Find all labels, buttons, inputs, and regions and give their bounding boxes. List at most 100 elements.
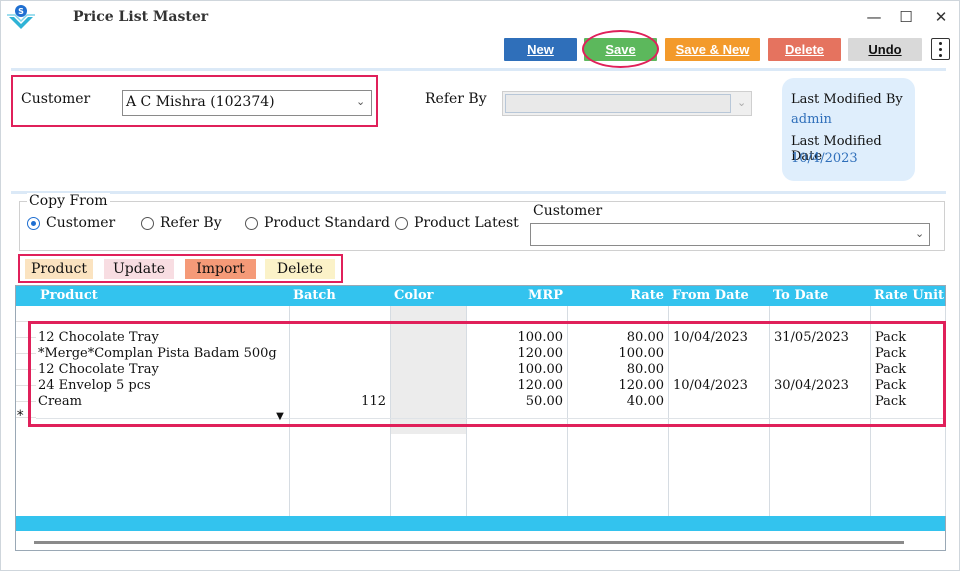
radio-product-standard[interactable] — [245, 217, 258, 230]
grid-corner-header — [16, 286, 36, 306]
product-button[interactable]: Product — [25, 259, 93, 279]
radio-customer[interactable] — [27, 217, 40, 230]
horizontal-scrollbar[interactable] — [34, 541, 904, 544]
chevron-down-icon: ⌄ — [737, 96, 747, 109]
cell-mrp[interactable]: 50.00 — [468, 394, 563, 410]
grid-divider — [289, 306, 290, 516]
cell-product[interactable]: *Merge*Complan Pista Badam 500g — [38, 346, 277, 362]
cell-rate-unit[interactable]: Pack — [875, 394, 906, 410]
grid-divider — [945, 306, 946, 516]
window-title: Price List Master — [73, 9, 209, 25]
last-modified-by-label: Last Modified By — [791, 92, 903, 107]
cell-mrp[interactable]: 120.00 — [468, 378, 564, 394]
col-header-product[interactable]: Product — [36, 286, 289, 306]
cell-mrp[interactable]: 100.00 — [468, 330, 564, 346]
close-icon[interactable]: ✕ — [930, 7, 952, 27]
price-list-grid[interactable]: Product Batch Color MRP Rate From Date T… — [15, 285, 946, 551]
cell-rate[interactable]: 80.00 — [569, 330, 664, 346]
cell-rate[interactable]: 40.00 — [569, 394, 664, 410]
grid-divider — [390, 306, 391, 516]
cell-rate-unit[interactable]: Pack — [875, 346, 906, 362]
grid-divider — [567, 306, 568, 516]
cell-rate-unit[interactable]: Pack — [875, 362, 906, 378]
col-header-batch[interactable]: Batch — [289, 286, 390, 306]
col-header-color[interactable]: Color — [390, 286, 466, 306]
cell-product[interactable]: 12 Chocolate Tray — [38, 330, 159, 346]
cell-from-date[interactable]: 10/04/2023 — [673, 330, 748, 346]
cell-rate[interactable]: 100.00 — [569, 346, 665, 362]
customer-label: Customer — [21, 91, 91, 107]
import-button[interactable]: Import — [185, 259, 256, 279]
minimize-icon[interactable]: — — [863, 7, 885, 27]
radio-refer-by-label: Refer By — [160, 215, 222, 231]
grid-divider — [870, 306, 871, 516]
cell-rate[interactable]: 80.00 — [569, 362, 664, 378]
radio-product-standard-label: Product Standard — [264, 215, 390, 231]
col-header-rate-unit[interactable]: Rate Unit — [870, 286, 945, 306]
cell-product[interactable]: 12 Chocolate Tray — [38, 362, 159, 378]
cell-product[interactable]: Cream — [38, 394, 82, 410]
cell-mrp[interactable]: 100.00 — [468, 362, 564, 378]
cell-mrp[interactable]: 120.00 — [468, 346, 564, 362]
row-header[interactable] — [16, 370, 36, 386]
last-modified-date-value: 10/4/2023 — [791, 151, 858, 166]
copy-from-customer-select[interactable]: ⌄ — [530, 223, 930, 246]
delete-button[interactable]: Delete — [768, 38, 841, 61]
col-header-to-date[interactable]: To Date — [769, 286, 870, 306]
row-header[interactable] — [16, 338, 36, 354]
cell-rate-unit[interactable]: Pack — [875, 330, 906, 346]
grid-delete-button[interactable]: Delete — [265, 259, 335, 279]
maximize-icon[interactable]: ☐ — [895, 7, 917, 27]
svg-text:S: S — [18, 7, 24, 16]
radio-customer-label: Customer — [46, 215, 116, 231]
col-header-mrp[interactable]: MRP — [466, 286, 567, 306]
title-bar: S Price List Master — ☐ ✕ — [1, 1, 959, 35]
cell-to-date[interactable]: 31/05/2023 — [774, 330, 849, 346]
row-header-empty — [16, 418, 36, 516]
row-header[interactable] — [16, 354, 36, 370]
cell-batch[interactable] — [291, 330, 386, 346]
radio-refer-by[interactable] — [141, 217, 154, 230]
grid-row-line — [36, 418, 945, 419]
col-header-from-date[interactable]: From Date — [668, 286, 769, 306]
copy-from-customer-label: Customer — [533, 203, 603, 219]
cell-rate[interactable]: 120.00 — [569, 378, 665, 394]
save-and-new-button[interactable]: Save & New — [665, 38, 760, 61]
grid-divider — [668, 306, 669, 516]
copy-from-legend: Copy From — [27, 193, 110, 209]
cell-batch[interactable] — [291, 362, 386, 378]
cell-batch[interactable]: 112 — [291, 394, 386, 410]
more-options-button[interactable] — [931, 38, 950, 60]
grid-divider — [466, 306, 467, 516]
row-header[interactable] — [16, 386, 36, 402]
refer-by-select[interactable]: ⌄ — [502, 91, 752, 116]
cell-batch[interactable] — [291, 346, 386, 362]
color-column-readonly — [390, 306, 466, 434]
product-dropdown-icon[interactable]: ▼ — [273, 411, 287, 423]
customer-select[interactable]: A C Mishra (102374) ⌄ — [122, 90, 372, 116]
row-header[interactable] — [16, 306, 36, 322]
save-button[interactable]: Save — [584, 38, 657, 61]
more-vertical-icon — [939, 42, 942, 45]
new-row-marker: * — [16, 408, 25, 424]
refer-by-label: Refer By — [425, 91, 487, 107]
chevron-down-icon: ⌄ — [915, 227, 925, 240]
last-modified-panel: Last Modified By admin Last Modified Dat… — [782, 78, 915, 181]
refer-by-value — [505, 94, 731, 113]
update-button[interactable]: Update — [104, 259, 174, 279]
cell-batch[interactable] — [291, 378, 386, 394]
cell-from-date[interactable]: 10/04/2023 — [673, 378, 748, 394]
grid-divider — [769, 306, 770, 516]
new-button[interactable]: New — [504, 38, 577, 61]
radio-product-latest-label: Product Latest — [414, 215, 519, 231]
cell-rate-unit[interactable]: Pack — [875, 378, 906, 394]
cell-product[interactable]: 24 Envelop 5 pcs — [38, 378, 151, 394]
row-header[interactable] — [16, 322, 36, 338]
radio-product-latest[interactable] — [395, 217, 408, 230]
chevron-down-icon: ⌄ — [356, 95, 366, 108]
customer-value: A C Mishra (102374) — [126, 94, 275, 110]
undo-button[interactable]: Undo — [848, 38, 922, 61]
grid-row-line — [36, 322, 945, 323]
col-header-rate[interactable]: Rate — [567, 286, 668, 306]
cell-to-date[interactable]: 30/04/2023 — [774, 378, 849, 394]
